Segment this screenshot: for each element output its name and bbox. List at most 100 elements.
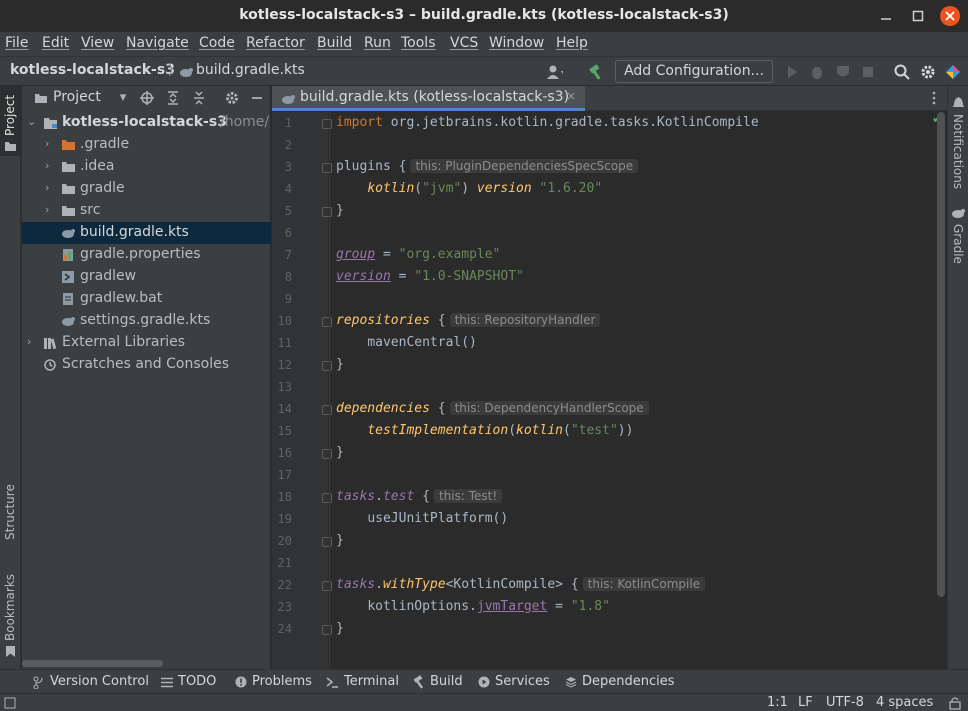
menu-run[interactable]: Run bbox=[364, 35, 391, 51]
locate-icon[interactable] bbox=[139, 90, 155, 106]
fold-marker[interactable] bbox=[322, 317, 332, 327]
tree-item-gradlew[interactable]: gradlew bbox=[22, 266, 271, 288]
indent-setting[interactable]: 4 spaces bbox=[876, 695, 933, 710]
menu-edit[interactable]: Edit bbox=[42, 35, 69, 51]
fold-marker[interactable] bbox=[322, 581, 332, 591]
user-icon[interactable] bbox=[545, 63, 563, 81]
tree-item-scratches[interactable]: Scratches and Consoles bbox=[22, 354, 271, 376]
run-icon[interactable] bbox=[784, 63, 802, 81]
tree-item-settings-gradle-kts[interactable]: settings.gradle.kts bbox=[22, 310, 271, 332]
breadcrumb-file[interactable]: build.gradle.kts bbox=[196, 62, 305, 78]
menu-window[interactable]: Window bbox=[489, 35, 544, 51]
line-number: 10 bbox=[277, 314, 292, 328]
tool-terminal[interactable]: Terminal bbox=[344, 674, 399, 689]
code-line-3: plugins {this: PluginDependenciesSpecSco… bbox=[336, 159, 639, 174]
collapse-all-icon[interactable] bbox=[191, 90, 207, 106]
coverage-icon[interactable] bbox=[834, 63, 852, 81]
fold-marker[interactable] bbox=[322, 361, 332, 371]
gradle-kts-icon bbox=[180, 68, 193, 77]
tree-item-idea[interactable]: › .idea bbox=[22, 156, 271, 178]
close-button[interactable] bbox=[940, 6, 960, 26]
structure-tool-tab[interactable]: Structure bbox=[0, 480, 21, 560]
horizontal-scrollbar[interactable] bbox=[22, 660, 163, 667]
line-separator[interactable]: LF bbox=[798, 695, 813, 710]
menu-refactor[interactable]: Refactor bbox=[246, 35, 305, 51]
tree-item-build-gradle-kts[interactable]: build.gradle.kts bbox=[22, 222, 271, 244]
file-encoding[interactable]: UTF-8 bbox=[826, 695, 864, 710]
tree-item-root[interactable]: ⌄ kotless-localstack-s3 /home/ bbox=[22, 112, 271, 134]
caret-position[interactable]: 1:1 bbox=[767, 695, 788, 710]
tool-dependencies[interactable]: Dependencies bbox=[582, 674, 675, 689]
fold-marker[interactable] bbox=[322, 119, 332, 129]
line-number: 14 bbox=[277, 402, 292, 416]
tool-services[interactable]: Services bbox=[495, 674, 550, 689]
gear-icon[interactable] bbox=[224, 90, 240, 106]
breadcrumb-project[interactable]: kotless-localstack-s3 bbox=[10, 62, 175, 78]
fold-marker[interactable] bbox=[322, 493, 332, 503]
tool-window-bar: Version Control TODO Problems Terminal B… bbox=[0, 669, 968, 693]
code-line-15: testImplementation(kotlin("test")) bbox=[367, 423, 634, 438]
tree-item-gradlew-bat[interactable]: gradlew.bat bbox=[22, 288, 271, 310]
line-number: 8 bbox=[284, 270, 292, 284]
expand-all-icon[interactable] bbox=[165, 90, 181, 106]
chevron-right-icon[interactable]: › bbox=[45, 181, 57, 194]
menu-code[interactable]: Code bbox=[199, 35, 235, 51]
menu-build[interactable]: Build bbox=[317, 35, 352, 51]
menu-file[interactable]: File bbox=[5, 35, 28, 51]
project-tool-tab[interactable]: Project bbox=[0, 86, 21, 156]
lock-icon[interactable] bbox=[949, 696, 961, 710]
fold-marker[interactable] bbox=[322, 207, 332, 217]
minimize-button[interactable] bbox=[876, 6, 896, 26]
problems-icon bbox=[235, 676, 247, 688]
search-icon[interactable] bbox=[893, 63, 911, 81]
fold-marker[interactable] bbox=[322, 449, 332, 459]
stop-icon[interactable] bbox=[860, 63, 878, 81]
tab-build-gradle-kts[interactable]: build.gradle.kts (kotless-localstack-s3)… bbox=[272, 86, 585, 111]
chevron-right-icon[interactable]: › bbox=[45, 203, 57, 216]
fold-marker[interactable] bbox=[322, 163, 332, 173]
more-actions-icon[interactable] bbox=[930, 90, 938, 106]
chevron-right-icon[interactable]: › bbox=[45, 159, 57, 172]
menu-help[interactable]: Help bbox=[556, 35, 588, 51]
gear-icon[interactable] bbox=[919, 63, 937, 81]
add-configuration-button[interactable]: Add Configuration... bbox=[615, 60, 773, 83]
notifications-tool-tab[interactable]: Notifications bbox=[948, 112, 968, 192]
tool-version-control[interactable]: Version Control bbox=[50, 674, 149, 689]
jetbrains-logo-icon[interactable] bbox=[944, 63, 962, 81]
inlay-hint: this: Test! bbox=[433, 489, 503, 503]
fold-marker[interactable] bbox=[322, 405, 332, 415]
fold-marker[interactable] bbox=[322, 537, 332, 547]
code-line-11: mavenCentral() bbox=[367, 335, 477, 350]
toggle-tool-windows-icon[interactable] bbox=[4, 697, 16, 709]
menu-view[interactable]: View bbox=[81, 35, 114, 51]
chevron-down-icon[interactable]: ▾ bbox=[115, 90, 131, 106]
chevron-right-icon[interactable]: › bbox=[27, 335, 39, 348]
menu-vcs[interactable]: VCS bbox=[450, 35, 478, 51]
tool-problems[interactable]: Problems bbox=[252, 674, 312, 689]
menu-tools[interactable]: Tools bbox=[401, 35, 436, 51]
fold-marker[interactable] bbox=[322, 625, 332, 635]
tree-item-label: .idea bbox=[80, 158, 115, 174]
chevron-down-icon[interactable]: ⌄ bbox=[27, 115, 39, 128]
tree-item-gradle-properties[interactable]: gradle.properties bbox=[22, 244, 271, 266]
menu-navigate[interactable]: Navigate bbox=[126, 35, 189, 51]
tree-item-external-libraries[interactable]: › External Libraries bbox=[22, 332, 271, 354]
hammer-icon[interactable] bbox=[587, 63, 605, 81]
debug-icon[interactable] bbox=[808, 63, 826, 81]
close-icon[interactable]: × bbox=[566, 89, 576, 103]
project-panel-title[interactable]: Project bbox=[53, 89, 101, 105]
vertical-scrollbar[interactable] bbox=[937, 112, 945, 597]
gradle-tool-tab[interactable]: Gradle bbox=[948, 222, 968, 272]
maximize-button[interactable] bbox=[908, 6, 928, 26]
tool-build[interactable]: Build bbox=[430, 674, 463, 689]
chevron-right-icon[interactable]: › bbox=[45, 137, 57, 150]
line-number: 22 bbox=[277, 578, 292, 592]
minimize-panel-icon[interactable] bbox=[249, 90, 265, 106]
line-number: 7 bbox=[284, 248, 292, 262]
tool-todo[interactable]: TODO bbox=[178, 674, 216, 689]
tree-item-gradle[interactable]: › gradle bbox=[22, 178, 271, 200]
code-editor[interactable]: 1 2 3 4 5 6 7 8 9 10 11 12 13 14 15 16 1… bbox=[272, 112, 947, 669]
tree-item-src[interactable]: › src bbox=[22, 200, 271, 222]
tree-item-gradle-cache[interactable]: › .gradle bbox=[22, 134, 271, 156]
bookmarks-tool-tab[interactable]: Bookmarks bbox=[0, 574, 21, 665]
